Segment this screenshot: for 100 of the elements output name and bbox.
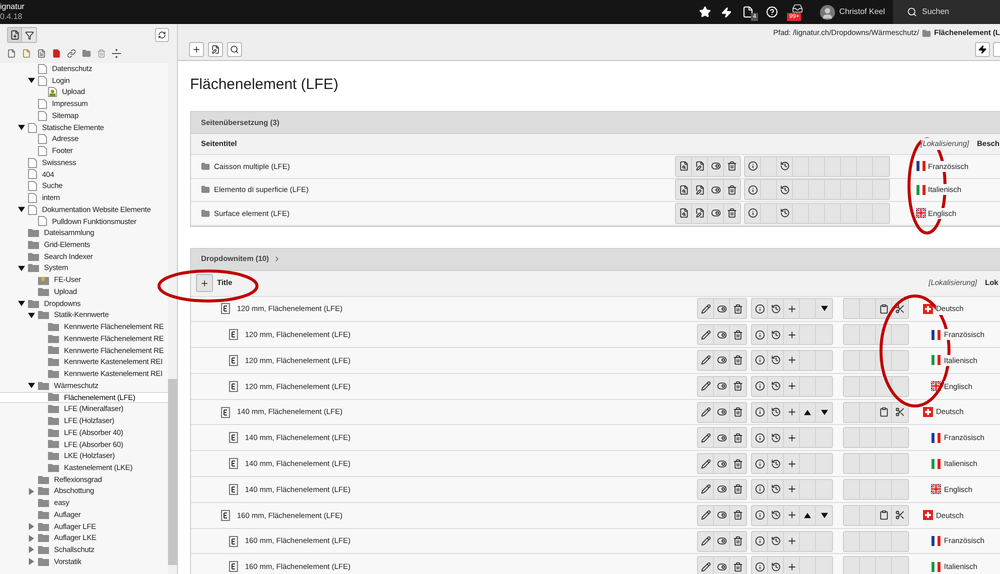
edit-icon[interactable] [700,432,710,443]
clipboard-icon[interactable] [878,407,888,418]
plus-icon[interactable] [786,458,796,469]
search-button[interactable] [227,42,242,57]
edit-icon[interactable] [700,510,710,520]
edit-icon[interactable] [700,484,710,494]
info-icon[interactable] [754,484,764,494]
edit-icon[interactable] [700,536,710,546]
folder-icon[interactable] [82,48,91,58]
plus-icon[interactable] [786,407,796,418]
history-icon[interactable] [770,458,780,469]
toggle-icon[interactable] [716,536,726,546]
toggle-icon[interactable] [716,432,726,443]
delete-icon[interactable] [733,432,743,443]
history-icon[interactable] [770,355,780,366]
link-icon[interactable] [67,48,76,58]
page-icon[interactable] [7,48,16,58]
edit-page-button[interactable] [208,42,223,57]
flash-icon[interactable] [721,6,732,18]
edit-icon[interactable] [700,407,710,418]
move-down-icon[interactable] [820,305,828,312]
history-icon[interactable] [780,184,790,195]
history-icon[interactable] [770,330,780,340]
edit-icon[interactable] [700,355,710,366]
history-icon[interactable] [780,161,790,172]
move-down-icon[interactable] [820,408,828,416]
scissors-icon[interactable] [895,407,905,418]
help-icon[interactable] [766,6,778,18]
add-button[interactable] [196,274,213,292]
history-icon[interactable] [770,432,780,443]
clipboard-icon[interactable] [878,510,888,520]
delete-icon[interactable] [733,458,743,469]
plus-icon[interactable] [786,432,796,443]
info-icon[interactable] [754,458,764,469]
toggle-icon[interactable] [716,355,726,366]
view-icon[interactable] [678,208,688,218]
history-icon[interactable] [770,562,780,572]
delete-icon[interactable] [727,161,737,172]
toggle-icon[interactable] [716,407,726,418]
expanded-caret-icon[interactable] [18,124,24,132]
info-icon[interactable] [754,355,764,366]
collapsed-caret-icon[interactable] [28,488,34,495]
edit-icon[interactable] [700,304,710,314]
move-up-icon[interactable] [804,408,811,416]
history-icon[interactable] [770,381,780,392]
toggle-icon[interactable] [710,161,720,172]
info-icon[interactable] [748,208,758,218]
info-icon[interactable] [754,304,764,314]
search-field[interactable]: Suchen [893,0,1000,24]
toggle-icon[interactable] [716,330,726,340]
toggle-icon[interactable] [716,510,726,520]
delete-icon[interactable] [733,330,743,340]
info-icon[interactable] [748,161,758,172]
info-icon[interactable] [754,407,764,418]
plus-icon[interactable] [786,381,796,392]
file-icon[interactable] [742,6,754,18]
info-icon[interactable] [754,330,764,340]
scissors-icon[interactable] [895,304,905,314]
info-icon[interactable] [754,381,764,392]
expanded-caret-icon[interactable] [28,77,34,84]
edit-icon[interactable] [700,381,710,392]
new-page-button[interactable] [8,28,22,42]
delete-icon[interactable] [733,536,743,546]
info-icon[interactable] [754,510,764,520]
delete-icon[interactable] [727,208,737,218]
expanded-caret-icon[interactable] [18,206,24,214]
history-icon[interactable] [780,208,790,218]
delete-icon[interactable] [733,355,743,366]
toggle-icon[interactable] [710,208,720,218]
view-icon[interactable] [678,184,688,195]
refresh-button[interactable] [155,28,169,42]
edit-icon[interactable] [700,330,710,340]
notification-icon[interactable] [792,3,803,14]
toggle-icon[interactable] [716,484,726,494]
user-name[interactable]: Christof Keel [839,6,885,18]
edit-icon[interactable] [694,208,704,218]
toggle-icon[interactable] [716,381,726,392]
plus-icon[interactable] [786,562,796,572]
avatar-icon[interactable] [820,4,836,20]
add-button[interactable] [189,42,204,57]
page-user-icon[interactable] [22,48,31,58]
plus-icon[interactable] [786,304,796,314]
expanded-caret-icon[interactable] [18,264,24,272]
edit-icon[interactable] [694,161,704,172]
plus-icon[interactable] [786,536,796,546]
delete-icon[interactable] [733,407,743,418]
info-icon[interactable] [754,562,764,572]
info-icon[interactable] [748,184,758,195]
info-icon[interactable] [754,432,764,443]
bookmark-star-icon[interactable] [699,6,712,18]
plus-icon[interactable] [786,355,796,366]
delete-icon[interactable] [733,562,743,572]
edit-icon[interactable] [700,458,710,469]
expanded-caret-icon[interactable] [28,382,34,390]
history-icon[interactable] [770,484,780,494]
toggle-icon[interactable] [716,562,726,572]
toggle-icon[interactable] [710,184,720,195]
flash-button[interactable] [975,42,990,57]
move-up-icon[interactable] [804,512,811,519]
toggle-icon[interactable] [716,458,726,469]
